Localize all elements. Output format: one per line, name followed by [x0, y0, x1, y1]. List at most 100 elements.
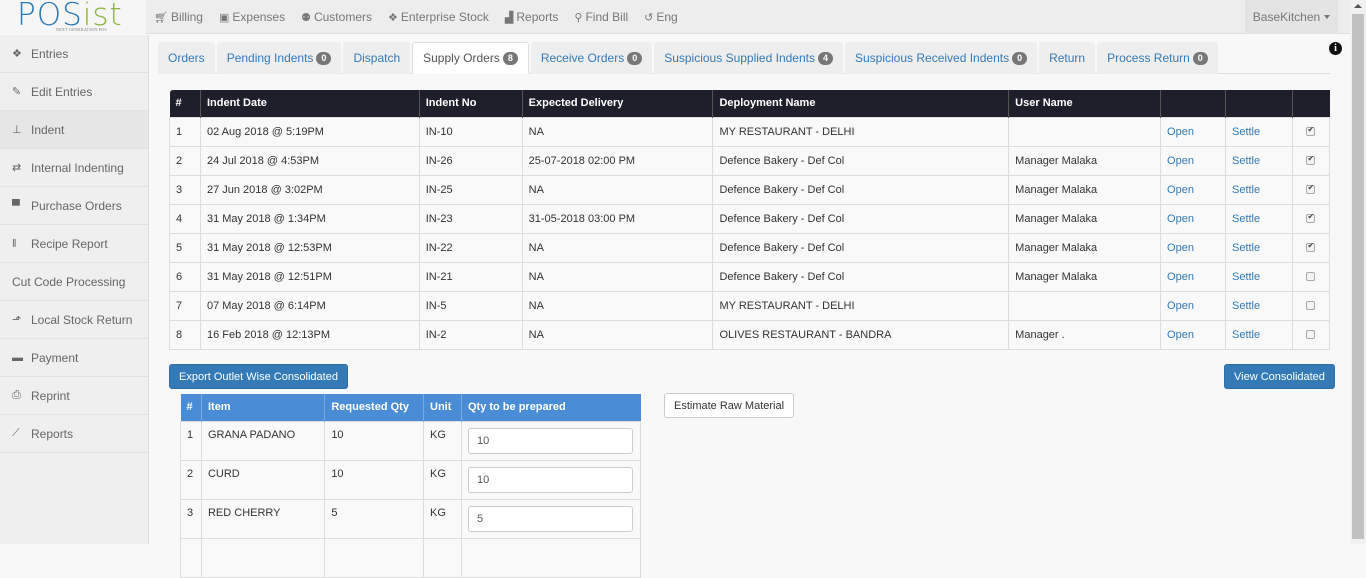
- user-name: Manager Malaka: [1008, 145, 1162, 176]
- settle-link[interactable]: Settle: [1224, 174, 1293, 205]
- nav-language[interactable]: ↺ Eng: [636, 0, 686, 34]
- column-header-item: Item: [200, 394, 325, 421]
- logo-tagline: NEXT GENERATION POS: [56, 27, 107, 32]
- indent-date: 31 May 2018 @ 12:51PM: [199, 261, 420, 292]
- tab-suspicious-supplied-indents[interactable]: Suspicious Supplied Indents 4: [654, 42, 843, 74]
- tab-process-return[interactable]: Process Return 0: [1097, 42, 1218, 74]
- open-link[interactable]: Open: [1160, 261, 1226, 292]
- open-link[interactable]: Open: [1160, 319, 1226, 350]
- row-select-checkbox[interactable]: [1306, 241, 1316, 253]
- nav-find-bill[interactable]: ⚲ Find Bill: [566, 0, 636, 34]
- tab-orders[interactable]: Orders: [158, 42, 215, 74]
- qty-to-prepare-input[interactable]: [467, 466, 633, 493]
- nav-enterprise-stock[interactable]: ❖ Enterprise Stock: [380, 0, 497, 34]
- export-outlet-wise-consolidated-button[interactable]: Export Outlet Wise Consolidated: [169, 364, 348, 389]
- sidebar-item-label: Recipe Report: [31, 236, 108, 251]
- tab-supply-orders[interactable]: Supply Orders 8: [412, 42, 529, 74]
- row-select-checkbox[interactable]: [1306, 212, 1316, 224]
- sidebar-item-entries[interactable]: ❖ Entries: [0, 35, 148, 73]
- nav-reports-label: Reports: [516, 10, 559, 24]
- scroll-up-arrow-icon[interactable]: [1354, 4, 1362, 8]
- retweet-icon: ⇄: [12, 162, 22, 174]
- print-icon: ⎙: [12, 389, 21, 401]
- sidebar-item-cut-code-processing[interactable]: Cut Code Processing: [0, 263, 148, 301]
- user-name: Manager Malaka: [1008, 174, 1162, 205]
- sidebar-item-label: Indent: [31, 122, 65, 137]
- open-link[interactable]: Open: [1160, 290, 1226, 321]
- posist-logo[interactable]: POSist NEXT GENERATION POS: [0, 0, 146, 34]
- sidebar-item-internal-indenting[interactable]: ⇄ Internal Indenting: [0, 149, 148, 187]
- deployment-name: Defence Bakery - Def Col: [712, 145, 1010, 176]
- settle-link[interactable]: Settle: [1224, 116, 1293, 147]
- user-name: Manager Malaka: [1008, 203, 1162, 234]
- indent-items-table: # Item Requested Qty Unit Qty to be prep…: [180, 394, 642, 578]
- row-select-checkbox[interactable]: [1306, 183, 1316, 195]
- deployment-name: MY RESTAURANT - DELHI: [712, 290, 1010, 321]
- user-menu-dropdown[interactable]: BaseKitchen: [1245, 0, 1338, 34]
- select-cell: [1291, 145, 1331, 176]
- nav-billing[interactable]: 🛒︎ Billing: [146, 0, 211, 34]
- item-name: GRANA PADANO: [200, 420, 326, 461]
- tab-label: Receive Orders: [540, 51, 625, 65]
- nav-customers-label: Customers: [313, 10, 372, 24]
- open-link[interactable]: Open: [1160, 203, 1226, 234]
- settle-link[interactable]: Settle: [1224, 203, 1293, 234]
- sidebar-item-reports[interactable]: ⟋ Reports: [0, 415, 148, 453]
- tab-return[interactable]: Return: [1039, 42, 1096, 74]
- tab-receive-orders[interactable]: Receive Orders 0: [530, 42, 653, 74]
- open-link[interactable]: Open: [1160, 174, 1226, 205]
- estimate-raw-material-button[interactable]: Estimate Raw Material: [664, 393, 795, 418]
- qty-to-prepare-cell: [460, 498, 642, 539]
- supply-orders-table: # Indent Date Indent No Expected Deliver…: [169, 90, 1331, 350]
- sidebar-item-indent[interactable]: ⊥ Indent: [0, 111, 148, 149]
- qty-to-prepare-input[interactable]: [467, 505, 633, 532]
- tab-dispatch[interactable]: Dispatch: [343, 42, 411, 74]
- sidebar-item-payment[interactable]: ▬ Payment: [0, 339, 148, 377]
- table-row: 5 31 May 2018 @ 12:53PM IN-22 NA Defence Bak…: [169, 232, 1331, 263]
- column-header-settle: [1224, 90, 1293, 117]
- column-header-deployment-name: Deployment Name: [712, 90, 1009, 117]
- sidebar-item-reprint[interactable]: ⎙ Reprint: [0, 377, 148, 415]
- row-select-checkbox[interactable]: [1306, 272, 1316, 282]
- share-icon: ⬏: [12, 314, 22, 326]
- row-select-checkbox[interactable]: [1306, 125, 1316, 137]
- expected-delivery: 31-05-2018 03:00 PM: [521, 203, 714, 234]
- sidebar-item-label: Purchase Orders: [31, 198, 122, 213]
- expected-delivery: 25-07-2018 02:00 PM: [521, 145, 714, 176]
- tab-pending-indents[interactable]: Pending Indents 0: [216, 42, 342, 74]
- vertical-scrollbar[interactable]: [1350, 0, 1366, 544]
- open-link[interactable]: Open: [1160, 232, 1226, 263]
- row-select-checkbox[interactable]: [1306, 330, 1316, 340]
- sidebar-item-edit-entries[interactable]: ✎ Edit Entries: [0, 73, 148, 111]
- row-select-checkbox[interactable]: [1306, 154, 1316, 166]
- requested-qty: 10: [324, 420, 425, 461]
- row-select-checkbox[interactable]: [1306, 301, 1316, 311]
- sidebar-item-recipe-report[interactable]: ǁ Recipe Report: [0, 225, 148, 263]
- settle-link[interactable]: Settle: [1224, 290, 1293, 321]
- sidebar-item-purchase-orders[interactable]: ▀ Purchase Orders: [0, 187, 148, 225]
- view-consolidated-button[interactable]: View Consolidated: [1224, 364, 1335, 389]
- nav-reports[interactable]: ▟ Reports: [497, 0, 567, 34]
- settle-link[interactable]: Settle: [1224, 232, 1293, 263]
- nav-customers[interactable]: ⚉ Customers: [293, 0, 380, 34]
- settle-link[interactable]: Settle: [1224, 145, 1293, 176]
- row-number: 7: [169, 290, 201, 321]
- expected-delivery: NA: [521, 290, 714, 321]
- open-link[interactable]: Open: [1160, 116, 1226, 147]
- select-cell: [1291, 319, 1331, 350]
- sidebar-item-label: Edit Entries: [31, 84, 93, 99]
- scrollbar-thumb[interactable]: [1352, 14, 1364, 539]
- qty-to-prepare-input[interactable]: [467, 427, 633, 454]
- indent-no: IN-22: [418, 232, 523, 263]
- open-link[interactable]: Open: [1160, 145, 1226, 176]
- info-icon[interactable]: i: [1329, 42, 1342, 55]
- settle-link[interactable]: Settle: [1224, 261, 1293, 292]
- select-cell: [1291, 290, 1331, 321]
- area-chart-icon: ▟: [504, 11, 514, 24]
- sidebar-item-local-stock-return[interactable]: ⬏ Local Stock Return: [0, 301, 148, 339]
- tab-suspicious-received-indents[interactable]: Suspicious Received Indents 0: [844, 42, 1038, 74]
- tab-label: Return: [1049, 51, 1086, 65]
- table-row: 3 27 Jun 2018 @ 3:02PM IN-25 NA Defence Bake…: [169, 174, 1331, 205]
- nav-expenses[interactable]: ▣ Expenses: [211, 0, 293, 34]
- settle-link[interactable]: Settle: [1224, 319, 1293, 350]
